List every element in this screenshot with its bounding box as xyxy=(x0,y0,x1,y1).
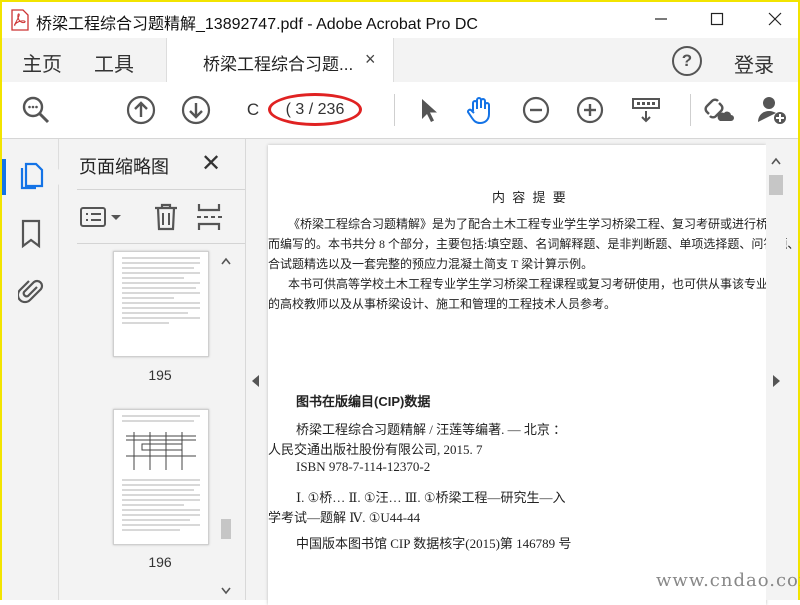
left-navigation-rail xyxy=(2,139,59,600)
tab-row: 主页 工具 桥梁工程综合习题... × ? 登录 xyxy=(2,38,798,83)
text-line: 而编写的。本书共分 8 个部分，主要包括:填空题、名词解释题、是非判断题、单项选… xyxy=(268,237,800,251)
panel-close-button[interactable]: ✕ xyxy=(201,149,221,178)
tab-home[interactable]: 主页 xyxy=(22,48,62,77)
scroll-up-icon[interactable] xyxy=(771,157,781,165)
thumbnail-page-195[interactable] xyxy=(113,251,209,357)
login-button[interactable]: 登录 xyxy=(734,49,774,78)
thumbnail-page-196[interactable] xyxy=(113,409,209,545)
panel-divider xyxy=(77,243,245,244)
cip-line: 中国版本图书馆 CIP 数据核字(2015)第 146789 号 xyxy=(296,536,572,551)
toolbar-separator xyxy=(690,94,691,126)
page-count-label: ( 3 / 236 xyxy=(285,101,345,118)
maximize-button[interactable] xyxy=(694,2,740,36)
document-viewport: 内 容 提 要 《桥梁工程综合习题精解》是为了配合土木工程专业学生学习桥梁工程、… xyxy=(246,139,800,605)
cip-line: Ⅰ. ①桥… Ⅱ. ①汪… Ⅲ. ①桥梁工程—研究生—入 xyxy=(296,490,566,505)
document-tab-close-button[interactable]: × xyxy=(365,49,376,70)
select-arrow-icon[interactable] xyxy=(412,94,444,126)
bookmark-icon[interactable] xyxy=(20,219,42,249)
document-tab-label: 桥梁工程综合习题... xyxy=(203,55,354,74)
thumbnail-preview xyxy=(122,257,200,324)
panel-pointer xyxy=(49,169,59,185)
close-icon xyxy=(768,12,782,26)
active-indicator xyxy=(2,159,6,195)
title-bar: 桥梁工程综合习题精解_13892747.pdf - Adobe Acrobat … xyxy=(2,2,798,38)
window-title: 桥梁工程综合习题精解_13892747.pdf - Adobe Acrobat … xyxy=(36,16,478,33)
thumbnail-options-icon[interactable] xyxy=(79,205,125,229)
panel-divider xyxy=(77,189,245,190)
add-user-icon[interactable] xyxy=(756,94,788,126)
page-number-input[interactable]: C xyxy=(240,97,266,123)
thumbnail-label: 196 xyxy=(148,554,172,570)
zoom-out-icon[interactable] xyxy=(520,94,552,126)
cip-line: ISBN 978-7-114-12370-2 xyxy=(296,459,431,474)
text-line: 本书可供高等学校土木工程专业学生学习桥梁工程课程或复习考研使用，也可供从事该专业 xyxy=(288,277,769,291)
zoom-in-icon[interactable] xyxy=(574,94,606,126)
cip-line: 学考试—题解 Ⅳ. ①U44-44 xyxy=(268,510,421,525)
page-thumbnails-icon[interactable] xyxy=(17,161,45,191)
pdf-file-icon xyxy=(11,9,29,31)
tab-tools[interactable]: 工具 xyxy=(94,48,134,77)
hand-tool-icon[interactable] xyxy=(464,94,496,126)
trash-icon[interactable] xyxy=(153,202,179,232)
prev-page-icon[interactable] xyxy=(125,94,157,126)
attachment-icon[interactable] xyxy=(18,275,44,305)
toolbar-separator xyxy=(394,94,395,126)
minimize-icon xyxy=(655,18,667,20)
scroll-up-icon[interactable] xyxy=(221,257,231,265)
document-scrollbar[interactable] xyxy=(766,139,786,600)
thumbnail-preview xyxy=(122,415,200,531)
scroll-mode-icon[interactable] xyxy=(630,94,662,126)
search-zoom-icon[interactable] xyxy=(20,94,52,126)
extract-pages-icon[interactable] xyxy=(195,202,223,232)
next-page-icon[interactable] xyxy=(180,94,212,126)
collapse-panel-icon[interactable] xyxy=(252,375,260,387)
expand-panel-icon[interactable] xyxy=(772,375,780,387)
page-thumbnails-panel: 页面缩略图 ✕ 195 196 xyxy=(49,139,246,601)
maximize-icon xyxy=(710,12,724,26)
text-line: 的高校教师以及从事桥梁设计、施工和管理的工程技术人员参考。 xyxy=(268,297,617,311)
share-link-icon[interactable] xyxy=(702,94,734,126)
scroll-down-icon[interactable] xyxy=(221,587,231,595)
cip-heading: 图书在版编目(CIP)数据 xyxy=(296,394,431,409)
text-line: 合试题精选以及一套完整的预应力混凝土简支 T 梁计算示例。 xyxy=(268,257,594,271)
cip-line: 桥梁工程综合习题精解 / 汪莲等编著. — 北京 ： xyxy=(296,422,567,437)
cip-line: 人民交通出版社股份有限公司, 2015. 7 xyxy=(268,442,483,457)
scrollbar-thumb[interactable] xyxy=(221,519,231,539)
tab-document[interactable]: 桥梁工程综合习题... × xyxy=(166,38,394,82)
panel-title: 页面缩略图 xyxy=(79,157,169,177)
text-line: 《桥梁工程综合习题精解》是为了配合土木工程专业学生学习桥梁工程、复习考研或进行桥… xyxy=(288,217,781,231)
toolbar: C ( 3 / 236 xyxy=(2,82,798,139)
scrollbar-thumb[interactable] xyxy=(769,175,783,195)
close-window-button[interactable] xyxy=(752,2,798,36)
thumbnail-scrollbar[interactable] xyxy=(219,251,233,601)
page-heading: 内 容 提 要 xyxy=(492,190,568,205)
minimize-button[interactable] xyxy=(638,2,684,36)
thumbnail-label: 195 xyxy=(148,367,172,383)
pdf-page: 内 容 提 要 《桥梁工程综合习题精解》是为了配合土木工程专业学生学习桥梁工程、… xyxy=(268,145,800,605)
help-button[interactable]: ? xyxy=(672,46,702,76)
watermark: www.cndao.com xyxy=(656,570,800,591)
